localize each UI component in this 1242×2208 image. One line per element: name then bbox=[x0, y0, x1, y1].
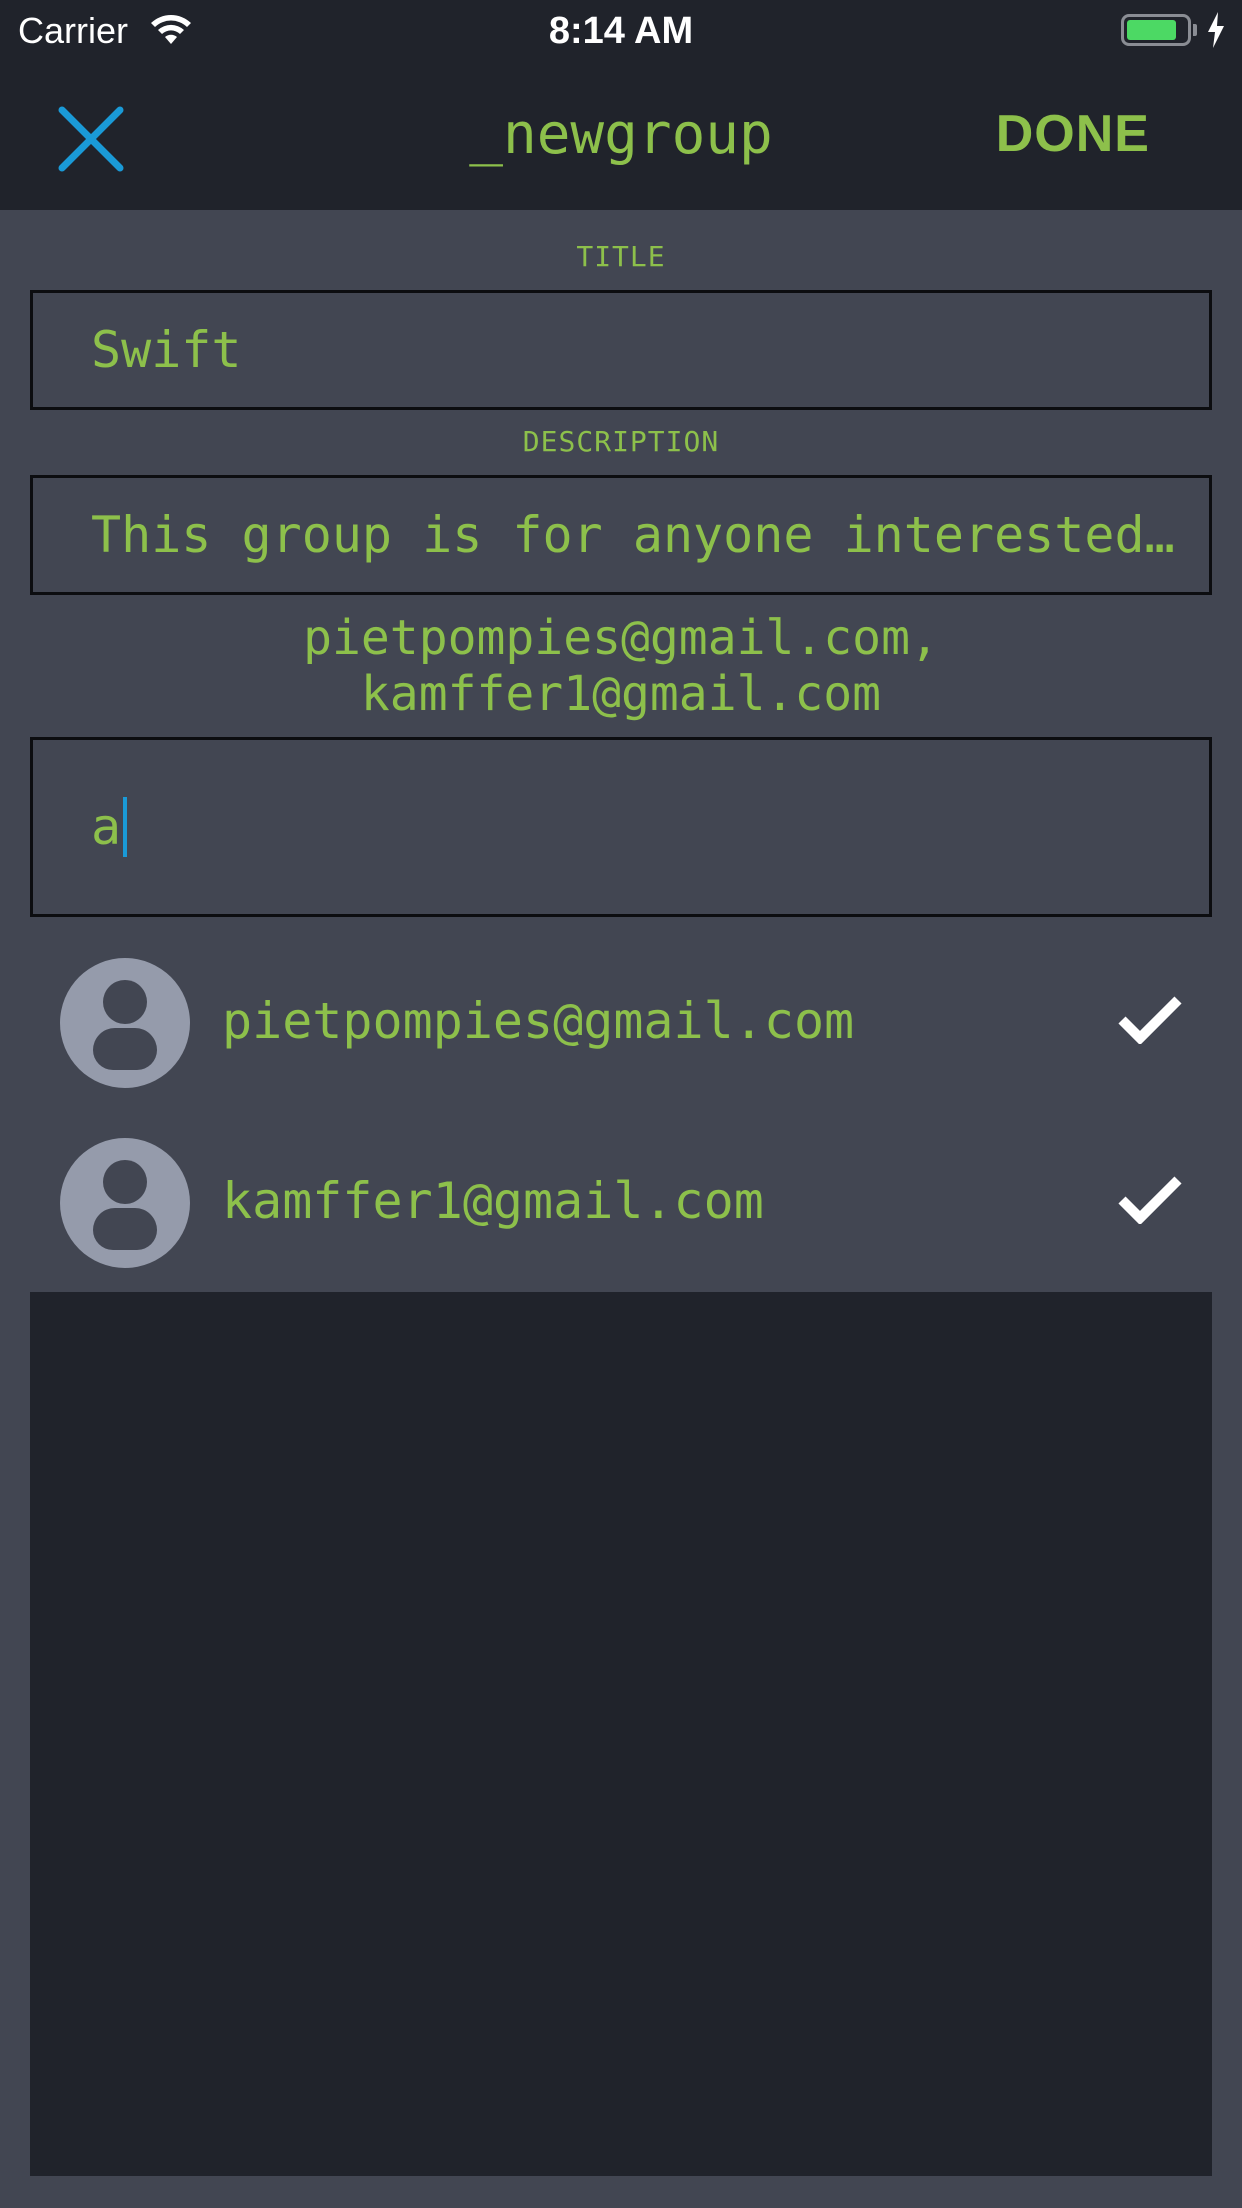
contact-email: kamffer1@gmail.com bbox=[222, 1172, 764, 1230]
contact-email: pietpompies@gmail.com bbox=[222, 992, 855, 1050]
battery-icon bbox=[1121, 14, 1191, 46]
avatar bbox=[60, 1138, 190, 1268]
text-cursor bbox=[123, 797, 128, 857]
selected-members-summary: pietpompies@gmail.com, kamffer1@gmail.co… bbox=[0, 610, 1242, 722]
done-button[interactable]: DONE bbox=[996, 104, 1150, 164]
status-bar: Carrier 8:14 AM bbox=[0, 0, 1242, 64]
avatar bbox=[60, 958, 190, 1088]
empty-list-area bbox=[30, 1292, 1212, 2176]
checkmark-icon bbox=[1118, 994, 1182, 1048]
search-value: a bbox=[91, 798, 122, 856]
members-line-1: pietpompies@gmail.com, bbox=[303, 610, 939, 666]
title-label: TITLE bbox=[576, 240, 666, 273]
member-search-input[interactable]: a bbox=[30, 737, 1212, 917]
title-value: Swift bbox=[91, 321, 242, 379]
clock: 8:14 AM bbox=[548, 10, 694, 52]
description-field[interactable]: This group is for anyone interested in S… bbox=[30, 475, 1212, 595]
contact-row[interactable]: kamffer1@gmail.com bbox=[0, 1112, 1242, 1292]
navigation-bar: _newgroup DONE bbox=[0, 64, 1242, 210]
charging-bolt-icon bbox=[1206, 12, 1226, 53]
title-field[interactable]: Swift bbox=[30, 290, 1212, 410]
members-line-2: kamffer1@gmail.com bbox=[360, 666, 882, 722]
contact-row[interactable]: pietpompies@gmail.com bbox=[0, 932, 1242, 1112]
battery-cap bbox=[1193, 24, 1197, 36]
description-label: DESCRIPTION bbox=[522, 425, 720, 458]
description-value: This group is for anyone interested in S… bbox=[91, 506, 1209, 564]
checkmark-icon bbox=[1118, 1174, 1182, 1228]
